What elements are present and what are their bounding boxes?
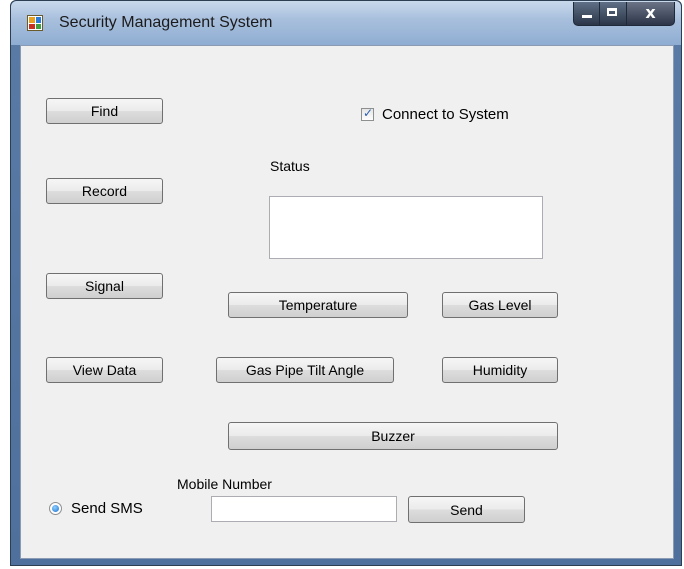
gas-pipe-tilt-angle-button[interactable]: Gas Pipe Tilt Angle [216,357,394,383]
checkbox-box[interactable]: ✓ [361,106,374,121]
window-controls: x [573,2,675,26]
close-icon: x [645,3,656,22]
temperature-button[interactable]: Temperature [228,292,408,318]
mobile-number-input[interactable] [211,496,397,522]
radio-button[interactable] [49,502,62,515]
app-window: Security Management System x Find Record… [10,0,682,566]
buzzer-button[interactable]: Buzzer [228,422,558,450]
gas-level-button[interactable]: Gas Level [442,292,558,318]
radio-selected-icon [52,505,59,512]
mobile-number-label: Mobile Number [177,476,272,492]
send-sms-label: Send SMS [71,500,143,517]
close-button[interactable]: x [627,2,675,26]
humidity-button[interactable]: Humidity [442,357,558,383]
form-client-area: Find Record Signal View Data ✓ Connect t… [20,45,674,559]
window-title: Security Management System [59,14,273,31]
checkmark-icon: ✓ [363,106,374,120]
view-data-button[interactable]: View Data [46,357,163,383]
signal-button[interactable]: Signal [46,273,163,299]
maximize-button[interactable] [600,2,627,26]
title-bar[interactable]: Security Management System x [11,1,681,45]
maximize-icon [607,8,617,16]
connect-to-system-checkbox[interactable]: ✓ Connect to System [361,106,509,123]
status-textbox[interactable] [269,196,543,259]
send-sms-radio[interactable]: Send SMS [49,500,143,517]
minimize-icon [582,15,592,18]
app-icon[interactable] [27,15,43,31]
record-button[interactable]: Record [46,178,163,204]
status-label: Status [270,158,310,174]
connect-to-system-label: Connect to System [382,106,509,123]
find-button[interactable]: Find [46,98,163,124]
minimize-button[interactable] [573,2,600,26]
send-button[interactable]: Send [408,496,525,523]
